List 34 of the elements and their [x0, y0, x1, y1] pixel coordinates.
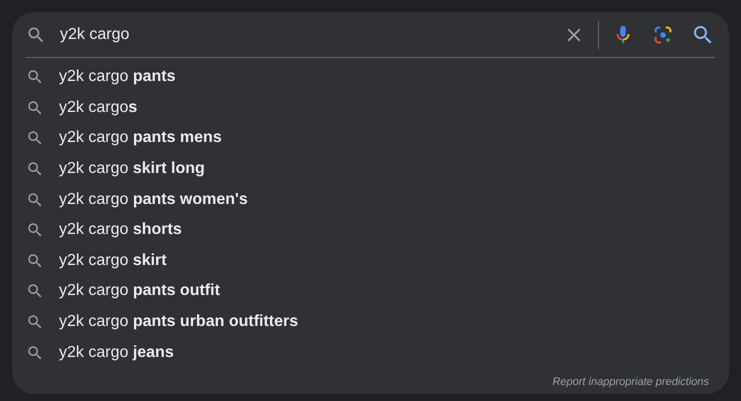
suggestion-text: y2k cargo pants urban outfitters	[59, 312, 298, 332]
suggestion-text: y2k cargo shorts	[59, 220, 182, 240]
search-icon	[26, 129, 44, 148]
suggestion-item[interactable]: y2k cargo shorts	[12, 214, 729, 246]
suggestion-item[interactable]: y2k cargo skirt long	[12, 154, 729, 184]
search-icon	[26, 190, 44, 209]
search-field[interactable]: y2k cargo	[60, 22, 562, 46]
suggestion-item[interactable]: y2k cargo pants	[12, 62, 729, 93]
suggestion-item[interactable]: y2k cargo pants urban outfitters	[12, 306, 729, 338]
search-icon	[26, 24, 46, 44]
suggestion-text: y2k cargo pants mens	[59, 128, 222, 148]
suggestion-text: y2k cargo skirt	[59, 250, 167, 271]
suggestion-item[interactable]: y2k cargo pants women's	[12, 184, 729, 215]
suggestion-item[interactable]: y2k cargo pants outfit	[12, 276, 729, 307]
suggestion-text: y2k cargo pants	[59, 67, 176, 88]
camera-icon	[652, 24, 674, 46]
suggestion-item[interactable]: y2k cargo jeans	[12, 337, 729, 368]
suggestion-text: y2k cargos	[59, 98, 138, 118]
report-link[interactable]: Report inappropriate predictions	[552, 374, 709, 390]
suggestion-item[interactable]: y2k cargos	[12, 92, 729, 124]
search-icon	[26, 160, 44, 178]
suggestion-item[interactable]: y2k cargo skirt	[12, 246, 729, 276]
search-icon	[26, 252, 44, 270]
suggestion-text: y2k cargo jeans	[59, 342, 174, 363]
suggestion-text: y2k cargo skirt long	[59, 159, 205, 180]
search-icon	[26, 68, 44, 86]
suggestion-item[interactable]: y2k cargo pants mens	[12, 123, 729, 154]
search-icon	[26, 221, 44, 240]
search-icon	[26, 344, 44, 362]
search-icon	[26, 313, 44, 332]
suggestion-text: y2k cargo pants women's	[59, 190, 248, 210]
search-icon	[26, 98, 44, 117]
search-icon	[26, 282, 44, 300]
suggestion-text: y2k cargo pants outfit	[59, 281, 220, 302]
